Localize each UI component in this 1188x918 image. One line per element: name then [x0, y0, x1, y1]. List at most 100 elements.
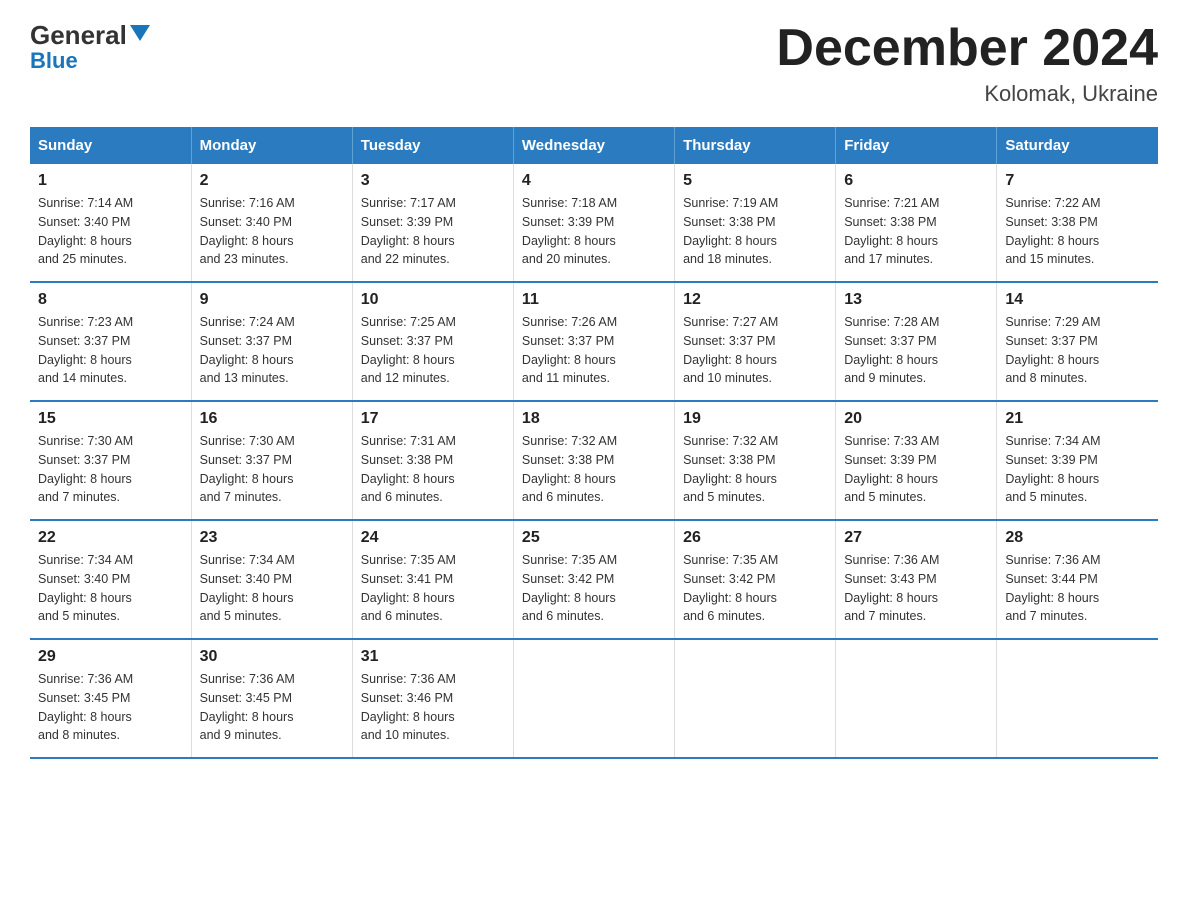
day-info: Sunrise: 7:29 AM Sunset: 3:37 PM Dayligh…	[1005, 313, 1150, 388]
logo-text-blue: Blue	[30, 48, 78, 74]
day-number: 10	[361, 291, 505, 309]
day-number: 23	[200, 529, 344, 547]
day-info: Sunrise: 7:32 AM Sunset: 3:38 PM Dayligh…	[522, 432, 666, 507]
day-number: 13	[844, 291, 988, 309]
day-info: Sunrise: 7:36 AM Sunset: 3:43 PM Dayligh…	[844, 551, 988, 626]
day-number: 25	[522, 529, 666, 547]
calendar-day-cell: 28 Sunrise: 7:36 AM Sunset: 3:44 PM Dayl…	[997, 520, 1158, 639]
day-number: 14	[1005, 291, 1150, 309]
page-title: December 2024	[776, 20, 1158, 77]
day-info: Sunrise: 7:35 AM Sunset: 3:41 PM Dayligh…	[361, 551, 505, 626]
day-number: 9	[200, 291, 344, 309]
title-block: December 2024 Kolomak, Ukraine	[776, 20, 1158, 107]
calendar-day-cell: 19 Sunrise: 7:32 AM Sunset: 3:38 PM Dayl…	[675, 401, 836, 520]
day-number: 17	[361, 410, 505, 428]
weekday-header-wednesday: Wednesday	[513, 127, 674, 164]
calendar-day-cell: 12 Sunrise: 7:27 AM Sunset: 3:37 PM Dayl…	[675, 282, 836, 401]
calendar-week-row: 15 Sunrise: 7:30 AM Sunset: 3:37 PM Dayl…	[30, 401, 1158, 520]
day-number: 1	[38, 172, 183, 190]
logo: General Blue	[30, 20, 150, 74]
day-info: Sunrise: 7:26 AM Sunset: 3:37 PM Dayligh…	[522, 313, 666, 388]
calendar-day-cell: 21 Sunrise: 7:34 AM Sunset: 3:39 PM Dayl…	[997, 401, 1158, 520]
day-info: Sunrise: 7:36 AM Sunset: 3:45 PM Dayligh…	[38, 670, 183, 745]
calendar-day-cell: 30 Sunrise: 7:36 AM Sunset: 3:45 PM Dayl…	[191, 639, 352, 758]
calendar-day-cell: 20 Sunrise: 7:33 AM Sunset: 3:39 PM Dayl…	[836, 401, 997, 520]
day-number: 18	[522, 410, 666, 428]
day-info: Sunrise: 7:18 AM Sunset: 3:39 PM Dayligh…	[522, 194, 666, 269]
day-info: Sunrise: 7:32 AM Sunset: 3:38 PM Dayligh…	[683, 432, 827, 507]
day-number: 15	[38, 410, 183, 428]
calendar-day-cell: 25 Sunrise: 7:35 AM Sunset: 3:42 PM Dayl…	[513, 520, 674, 639]
calendar-week-row: 22 Sunrise: 7:34 AM Sunset: 3:40 PM Dayl…	[30, 520, 1158, 639]
day-number: 21	[1005, 410, 1150, 428]
day-info: Sunrise: 7:30 AM Sunset: 3:37 PM Dayligh…	[38, 432, 183, 507]
page-subtitle: Kolomak, Ukraine	[776, 81, 1158, 107]
day-number: 28	[1005, 529, 1150, 547]
calendar-day-cell: 18 Sunrise: 7:32 AM Sunset: 3:38 PM Dayl…	[513, 401, 674, 520]
calendar-day-cell: 11 Sunrise: 7:26 AM Sunset: 3:37 PM Dayl…	[513, 282, 674, 401]
day-number: 6	[844, 172, 988, 190]
day-number: 20	[844, 410, 988, 428]
day-info: Sunrise: 7:21 AM Sunset: 3:38 PM Dayligh…	[844, 194, 988, 269]
day-info: Sunrise: 7:14 AM Sunset: 3:40 PM Dayligh…	[38, 194, 183, 269]
day-info: Sunrise: 7:30 AM Sunset: 3:37 PM Dayligh…	[200, 432, 344, 507]
calendar-week-row: 8 Sunrise: 7:23 AM Sunset: 3:37 PM Dayli…	[30, 282, 1158, 401]
calendar-day-cell: 15 Sunrise: 7:30 AM Sunset: 3:37 PM Dayl…	[30, 401, 191, 520]
calendar-empty-cell	[675, 639, 836, 758]
day-number: 24	[361, 529, 505, 547]
logo-arrow-icon	[130, 23, 150, 43]
weekday-header-saturday: Saturday	[997, 127, 1158, 164]
day-info: Sunrise: 7:36 AM Sunset: 3:46 PM Dayligh…	[361, 670, 505, 745]
day-number: 7	[1005, 172, 1150, 190]
calendar-empty-cell	[997, 639, 1158, 758]
calendar-day-cell: 31 Sunrise: 7:36 AM Sunset: 3:46 PM Dayl…	[352, 639, 513, 758]
day-info: Sunrise: 7:17 AM Sunset: 3:39 PM Dayligh…	[361, 194, 505, 269]
page-header: General Blue December 2024 Kolomak, Ukra…	[30, 20, 1158, 107]
calendar-day-cell: 26 Sunrise: 7:35 AM Sunset: 3:42 PM Dayl…	[675, 520, 836, 639]
day-number: 26	[683, 529, 827, 547]
day-number: 8	[38, 291, 183, 309]
day-info: Sunrise: 7:25 AM Sunset: 3:37 PM Dayligh…	[361, 313, 505, 388]
calendar-empty-cell	[836, 639, 997, 758]
calendar-day-cell: 13 Sunrise: 7:28 AM Sunset: 3:37 PM Dayl…	[836, 282, 997, 401]
day-number: 4	[522, 172, 666, 190]
weekday-header-tuesday: Tuesday	[352, 127, 513, 164]
weekday-header-row: SundayMondayTuesdayWednesdayThursdayFrid…	[30, 127, 1158, 164]
day-number: 16	[200, 410, 344, 428]
calendar-day-cell: 1 Sunrise: 7:14 AM Sunset: 3:40 PM Dayli…	[30, 164, 191, 282]
day-info: Sunrise: 7:34 AM Sunset: 3:40 PM Dayligh…	[38, 551, 183, 626]
calendar-week-row: 29 Sunrise: 7:36 AM Sunset: 3:45 PM Dayl…	[30, 639, 1158, 758]
day-info: Sunrise: 7:35 AM Sunset: 3:42 PM Dayligh…	[683, 551, 827, 626]
day-number: 2	[200, 172, 344, 190]
day-number: 12	[683, 291, 827, 309]
calendar-day-cell: 16 Sunrise: 7:30 AM Sunset: 3:37 PM Dayl…	[191, 401, 352, 520]
day-info: Sunrise: 7:28 AM Sunset: 3:37 PM Dayligh…	[844, 313, 988, 388]
day-info: Sunrise: 7:27 AM Sunset: 3:37 PM Dayligh…	[683, 313, 827, 388]
calendar-day-cell: 9 Sunrise: 7:24 AM Sunset: 3:37 PM Dayli…	[191, 282, 352, 401]
weekday-header-sunday: Sunday	[30, 127, 191, 164]
day-info: Sunrise: 7:23 AM Sunset: 3:37 PM Dayligh…	[38, 313, 183, 388]
weekday-header-friday: Friday	[836, 127, 997, 164]
day-info: Sunrise: 7:34 AM Sunset: 3:39 PM Dayligh…	[1005, 432, 1150, 507]
day-number: 3	[361, 172, 505, 190]
calendar-day-cell: 23 Sunrise: 7:34 AM Sunset: 3:40 PM Dayl…	[191, 520, 352, 639]
calendar-day-cell: 7 Sunrise: 7:22 AM Sunset: 3:38 PM Dayli…	[997, 164, 1158, 282]
day-info: Sunrise: 7:31 AM Sunset: 3:38 PM Dayligh…	[361, 432, 505, 507]
day-info: Sunrise: 7:34 AM Sunset: 3:40 PM Dayligh…	[200, 551, 344, 626]
calendar-day-cell: 29 Sunrise: 7:36 AM Sunset: 3:45 PM Dayl…	[30, 639, 191, 758]
day-number: 19	[683, 410, 827, 428]
calendar-empty-cell	[513, 639, 674, 758]
logo-text-general: General	[30, 20, 127, 51]
weekday-header-thursday: Thursday	[675, 127, 836, 164]
calendar-week-row: 1 Sunrise: 7:14 AM Sunset: 3:40 PM Dayli…	[30, 164, 1158, 282]
calendar-day-cell: 8 Sunrise: 7:23 AM Sunset: 3:37 PM Dayli…	[30, 282, 191, 401]
day-number: 5	[683, 172, 827, 190]
calendar-day-cell: 2 Sunrise: 7:16 AM Sunset: 3:40 PM Dayli…	[191, 164, 352, 282]
calendar-day-cell: 27 Sunrise: 7:36 AM Sunset: 3:43 PM Dayl…	[836, 520, 997, 639]
day-number: 29	[38, 648, 183, 666]
calendar-day-cell: 3 Sunrise: 7:17 AM Sunset: 3:39 PM Dayli…	[352, 164, 513, 282]
day-info: Sunrise: 7:33 AM Sunset: 3:39 PM Dayligh…	[844, 432, 988, 507]
day-number: 22	[38, 529, 183, 547]
calendar-table: SundayMondayTuesdayWednesdayThursdayFrid…	[30, 127, 1158, 759]
calendar-day-cell: 5 Sunrise: 7:19 AM Sunset: 3:38 PM Dayli…	[675, 164, 836, 282]
